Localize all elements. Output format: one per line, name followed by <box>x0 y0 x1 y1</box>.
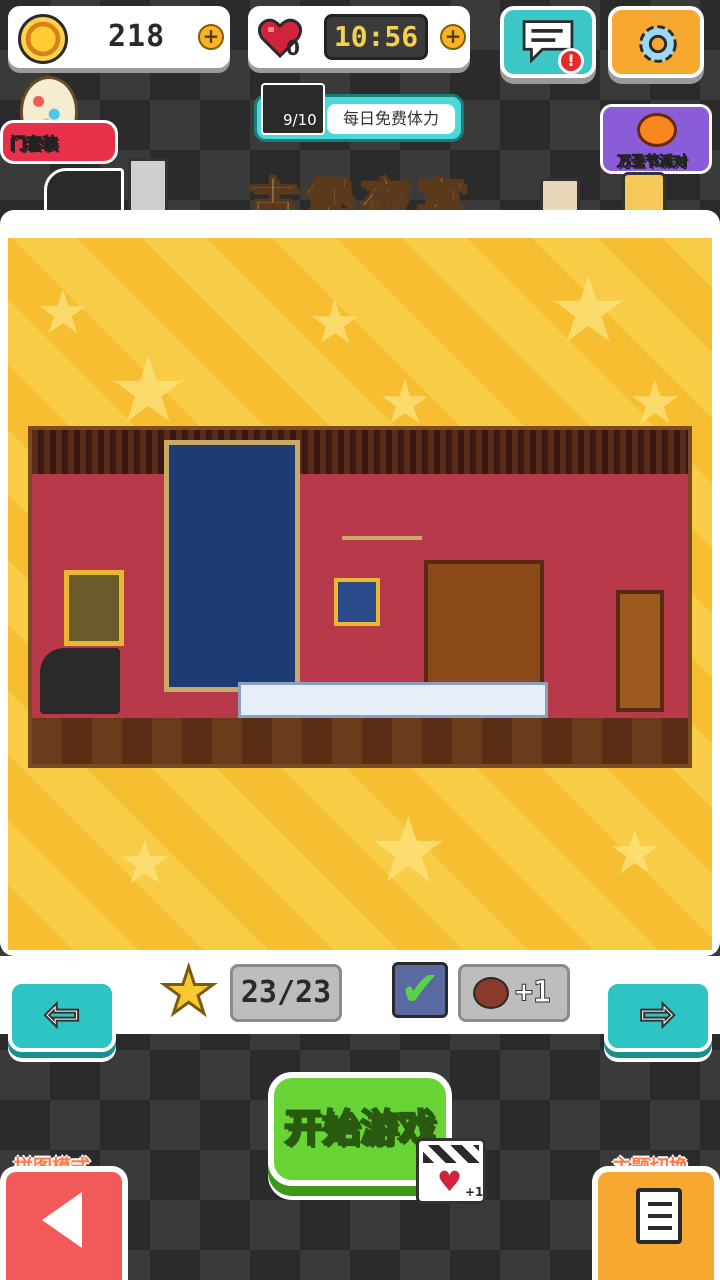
piano <box>40 648 120 714</box>
star-decoration: ★ <box>548 258 629 363</box>
star-decoration: ★ <box>368 798 449 903</box>
level-preview-image[interactable] <box>28 426 692 768</box>
checkbox-icon: ✔ <box>392 962 448 1018</box>
prev-level-button[interactable]: ⇦ <box>8 980 116 1052</box>
heart-icon: ♥ <box>437 1165 463 1198</box>
add-lives-button[interactable]: + <box>440 24 466 50</box>
next-level-button[interactable]: ⇨ <box>604 980 712 1052</box>
star-decoration: ★ <box>118 828 172 898</box>
clapperboard-icon <box>423 1145 479 1163</box>
arrow-right-icon: ⇨ <box>639 988 678 1041</box>
notification-alert-icon: ! <box>558 48 584 74</box>
refill-timer: 10:56 <box>324 14 428 60</box>
settings-button[interactable] <box>608 6 704 78</box>
meat-icon <box>473 977 509 1009</box>
puzzle-mode-button[interactable] <box>0 1166 128 1280</box>
daily-stamina-count: 9/10 <box>283 111 317 129</box>
coin-icon <box>18 14 68 64</box>
window <box>164 440 300 692</box>
arrow-left-icon: ⇦ <box>43 988 82 1041</box>
outfit-promo[interactable]: 门套装 <box>0 76 118 166</box>
list-icon <box>636 1188 682 1244</box>
ad-reward-value: +1 <box>465 1185 484 1199</box>
star-decoration: ★ <box>36 278 90 348</box>
star-decoration: ★ <box>608 818 662 888</box>
star-icon: ★ <box>158 954 218 1031</box>
coin-counter: 218 + <box>8 6 230 68</box>
cabinet <box>424 560 544 700</box>
theme-switch-button[interactable] <box>592 1166 720 1280</box>
outfit-tag: 门套装 <box>9 134 59 154</box>
starry-night-painting <box>334 578 380 626</box>
dining-table <box>238 682 548 718</box>
lives-count: 0 <box>286 36 300 60</box>
daily-stamina-label: 每日免费体力 <box>327 104 455 134</box>
coin-count: 218 <box>108 19 166 54</box>
reward-value: +1 <box>514 975 551 1011</box>
painting <box>64 570 124 646</box>
star-decoration: ★ <box>308 288 362 358</box>
floor <box>32 718 688 764</box>
grandfather-clock <box>616 590 664 712</box>
add-coins-button[interactable]: + <box>198 24 224 50</box>
star-progress: 23/23 <box>230 964 342 1022</box>
halloween-tag: 万圣节派对 <box>617 154 688 171</box>
gear-icon <box>639 25 677 63</box>
lives-timer: 0 10:56 + <box>248 6 470 68</box>
pumpkin-icon <box>637 113 677 147</box>
messages-button[interactable]: ! <box>500 6 596 78</box>
reward-box: +1 <box>458 964 570 1022</box>
triangle-left-icon <box>42 1192 82 1248</box>
ad-reward-badge[interactable]: ♥ +1 <box>416 1138 486 1204</box>
halloween-promo[interactable]: 万圣节派对 <box>600 104 712 174</box>
daily-stamina-banner[interactable]: 9/10 每日免费体力 <box>254 83 464 142</box>
chandelier-icon <box>342 480 422 540</box>
